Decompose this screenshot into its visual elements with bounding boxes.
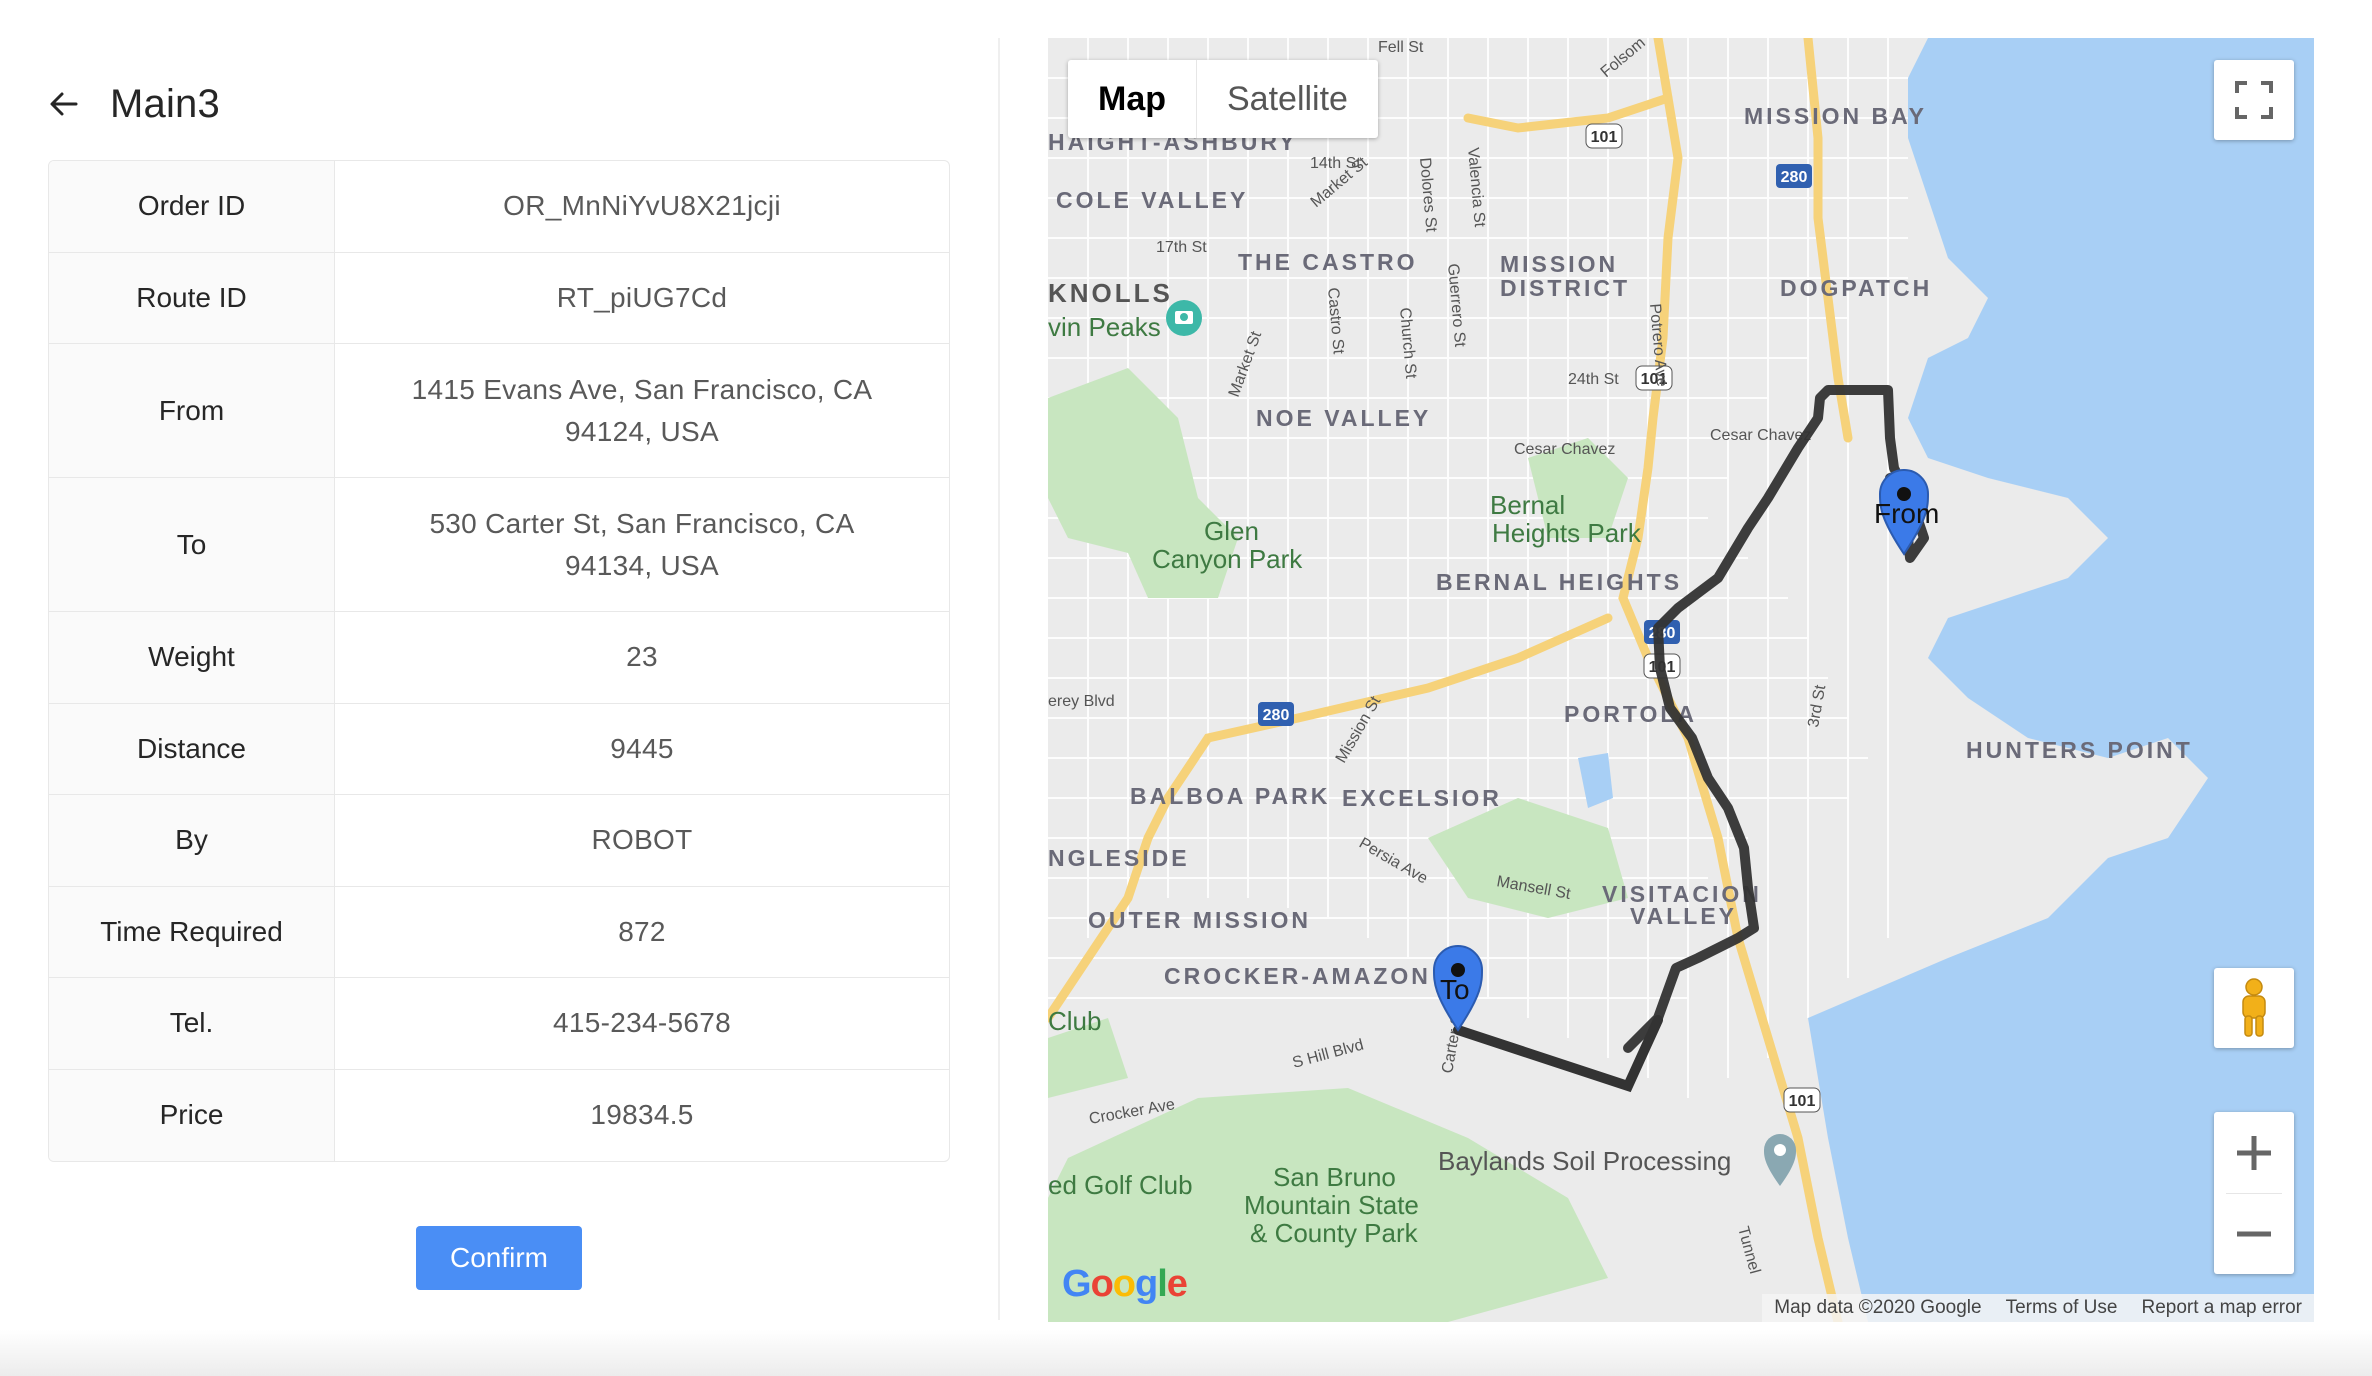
table-row-to: To 530 Carter St, San Francisco, CA 9413…	[49, 478, 949, 612]
svg-text:Baylands Soil Processing: Baylands Soil Processing	[1438, 1146, 1731, 1176]
row-value: RT_piUG7Cd	[335, 253, 949, 344]
svg-text:& County Park: & County Park	[1250, 1218, 1419, 1248]
row-value: 872	[335, 887, 949, 978]
svg-text:Fell St: Fell St	[1378, 39, 1424, 56]
svg-text:OUTER MISSION: OUTER MISSION	[1088, 907, 1311, 933]
svg-text:24th St: 24th St	[1568, 371, 1619, 388]
svg-text:NGLESIDE: NGLESIDE	[1048, 845, 1190, 871]
svg-text:280: 280	[1263, 707, 1290, 724]
svg-text:Club: Club	[1048, 1006, 1101, 1036]
table-row-from: From 1415 Evans Ave, San Francisco, CA 9…	[49, 344, 949, 478]
svg-text:COLE VALLEY: COLE VALLEY	[1056, 187, 1248, 213]
svg-text:101: 101	[1591, 129, 1618, 146]
svg-text:DOGPATCH: DOGPATCH	[1780, 275, 1932, 301]
page-header: Main3	[48, 78, 220, 130]
table-row-tel: Tel. 415-234-5678	[49, 978, 949, 1070]
table-row-weight: Weight 23	[49, 612, 949, 704]
table-row-by: By ROBOT	[49, 795, 949, 887]
map-attribution: Map data ©2020 Google Terms of Use Repor…	[1762, 1294, 2314, 1322]
row-value: ROBOT	[335, 795, 949, 886]
svg-text:Bernal: Bernal	[1490, 490, 1565, 520]
row-label: Tel.	[49, 978, 335, 1069]
table-row-time-required: Time Required 872	[49, 887, 949, 979]
row-value: 19834.5	[335, 1070, 949, 1162]
route-map[interactable]: 101 280 101 280 280 101 101 MISSION BAY …	[1048, 38, 2314, 1322]
order-details-table: Order ID OR_MnNiYvU8X21jcji Route ID RT_…	[48, 160, 950, 1162]
svg-text:Glen: Glen	[1204, 516, 1259, 546]
page-title: Main3	[110, 82, 220, 127]
table-row-distance: Distance 9445	[49, 704, 949, 796]
plus-icon	[2235, 1134, 2273, 1172]
row-label: Route ID	[49, 253, 335, 344]
order-detail-panel: Main3 Order ID OR_MnNiYvU8X21jcji Route …	[0, 0, 998, 1330]
row-label: By	[49, 795, 335, 886]
table-row-price: Price 19834.5	[49, 1070, 949, 1162]
svg-text:San Bruno: San Bruno	[1273, 1162, 1396, 1192]
report-map-error-link[interactable]: Report a map error	[2129, 1294, 2314, 1322]
pegman-icon	[2236, 978, 2272, 1038]
svg-text:vin Peaks: vin Peaks	[1048, 312, 1161, 342]
svg-text:THE CASTRO: THE CASTRO	[1238, 249, 1418, 275]
confirm-button[interactable]: Confirm	[416, 1226, 582, 1290]
row-value: 23	[335, 612, 949, 703]
zoom-in-button[interactable]	[2214, 1113, 2294, 1193]
map-canvas[interactable]: 101 280 101 280 280 101 101 MISSION BAY …	[1048, 38, 2314, 1322]
svg-text:Cesar Chavez: Cesar Chavez	[1710, 427, 1811, 444]
row-label: To	[49, 478, 335, 611]
table-row-order-id: Order ID OR_MnNiYvU8X21jcji	[49, 161, 949, 253]
zoom-control	[2214, 1112, 2294, 1274]
row-label: From	[49, 344, 335, 477]
map-type-control: Map Satellite	[1068, 60, 1378, 138]
svg-text:ed Golf Club: ed Golf Club	[1048, 1170, 1193, 1200]
back-button[interactable]	[48, 88, 80, 120]
svg-text:HUNTERS POINT: HUNTERS POINT	[1966, 737, 2193, 763]
svg-text:Google: Google	[1062, 1263, 1187, 1305]
row-value: OR_MnNiYvU8X21jcji	[335, 161, 949, 252]
svg-text:KNOLLS: KNOLLS	[1048, 278, 1173, 308]
svg-text:BERNAL HEIGHTS: BERNAL HEIGHTS	[1436, 569, 1682, 595]
to-marker-label: To	[1440, 974, 1470, 1006]
row-value: 530 Carter St, San Francisco, CA 94134, …	[335, 478, 949, 611]
row-value: 9445	[335, 704, 949, 795]
svg-text:Mountain State: Mountain State	[1244, 1190, 1419, 1220]
fullscreen-button[interactable]	[2214, 60, 2294, 140]
svg-text:MISSION BAY: MISSION BAY	[1744, 103, 1927, 129]
terms-of-use-link[interactable]: Terms of Use	[1994, 1294, 2130, 1322]
map-data-text: Map data ©2020 Google	[1762, 1294, 1993, 1322]
svg-text:NOE VALLEY: NOE VALLEY	[1256, 405, 1431, 431]
row-label: Time Required	[49, 887, 335, 978]
svg-text:17th St: 17th St	[1156, 239, 1207, 256]
row-value: 1415 Evans Ave, San Francisco, CA 94124,…	[335, 344, 949, 477]
google-logo: Google	[1062, 1262, 1192, 1316]
map-type-map-button[interactable]: Map	[1068, 60, 1196, 138]
row-value: 415-234-5678	[335, 978, 949, 1069]
svg-text:DISTRICT: DISTRICT	[1500, 275, 1630, 301]
svg-text:EXCELSIOR: EXCELSIOR	[1342, 785, 1502, 811]
row-label: Distance	[49, 704, 335, 795]
table-row-route-id: Route ID RT_piUG7Cd	[49, 253, 949, 345]
row-label: Weight	[49, 612, 335, 703]
svg-text:CROCKER-AMAZON: CROCKER-AMAZON	[1164, 963, 1431, 989]
pane-divider	[998, 38, 1000, 1320]
row-label: Price	[49, 1070, 335, 1162]
svg-text:MISSION: MISSION	[1500, 251, 1618, 277]
camera-icon	[1166, 300, 1202, 336]
svg-text:101: 101	[1789, 1093, 1816, 1110]
svg-text:BALBOA PARK: BALBOA PARK	[1130, 783, 1330, 809]
street-view-button[interactable]	[2214, 968, 2294, 1048]
zoom-out-button[interactable]	[2214, 1194, 2294, 1274]
svg-text:280: 280	[1781, 169, 1808, 186]
map-type-satellite-button[interactable]: Satellite	[1196, 60, 1378, 138]
from-marker-label: From	[1874, 498, 1939, 530]
window-bottom-edge	[0, 1330, 2372, 1376]
row-label: Order ID	[49, 161, 335, 252]
svg-text:Heights Park: Heights Park	[1492, 518, 1642, 548]
svg-text:Canyon Park: Canyon Park	[1152, 544, 1303, 574]
arrow-left-icon	[48, 88, 80, 120]
fullscreen-icon	[2235, 81, 2273, 119]
svg-text:Cesar Chavez: Cesar Chavez	[1514, 441, 1615, 458]
svg-text:VALLEY: VALLEY	[1630, 903, 1737, 929]
minus-icon	[2235, 1215, 2273, 1253]
svg-text:erey Blvd: erey Blvd	[1048, 693, 1115, 710]
